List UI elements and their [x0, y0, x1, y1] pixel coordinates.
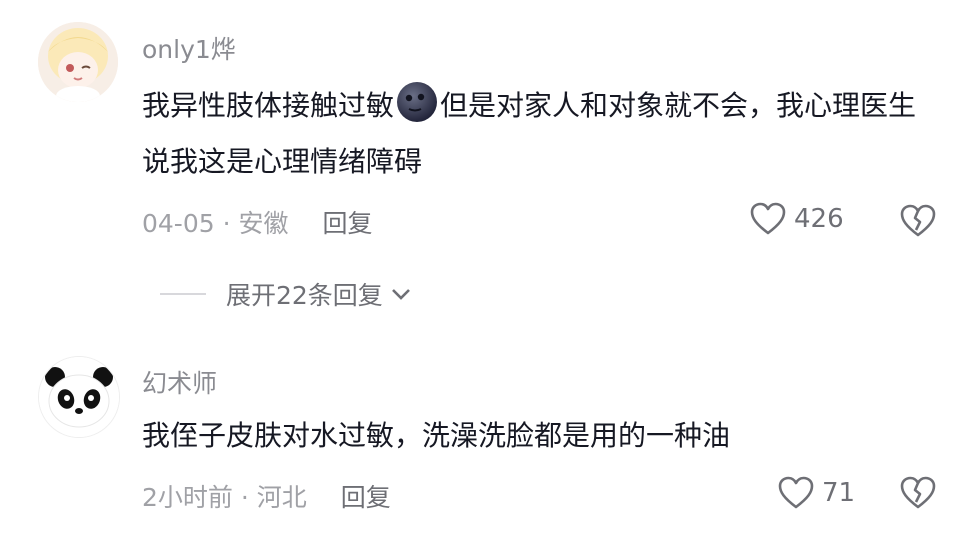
username[interactable]: 幻术师 — [142, 364, 217, 400]
broken-heart-icon — [900, 204, 936, 237]
timestamp-location: 2小时前 · 河北 — [142, 483, 307, 512]
heart-icon — [750, 202, 786, 235]
like-count: 426 — [794, 204, 844, 234]
dislike-button[interactable] — [900, 476, 936, 514]
avatar[interactable] — [38, 22, 118, 102]
like-button[interactable]: 426 — [750, 202, 844, 236]
reply-button[interactable]: 回复 — [323, 209, 373, 238]
dislike-button[interactable] — [900, 204, 936, 242]
timestamp-location: 04-05 · 安徽 — [142, 209, 289, 238]
comment-item: 幻术师 我侄子皮肤对水过敏，洗澡洗脸都是用的一种油 2小时前 · 河北 回复 71 — [0, 340, 980, 551]
like-count: 71 — [822, 478, 856, 508]
avatar[interactable] — [38, 356, 120, 438]
expand-replies-label: 展开22条回复 — [226, 281, 383, 310]
reply-button[interactable]: 回复 — [341, 483, 391, 512]
divider — [160, 293, 206, 295]
username[interactable]: only1烨 — [142, 30, 236, 66]
comment-meta: 04-05 · 安徽 回复 — [142, 204, 373, 240]
comment-item: only1烨 我异性肢体接触过敏 但是对家人和对象就不会，我心理医生说我这是心理… — [0, 0, 980, 310]
comment-text-part: 我异性肢体接触过敏 — [142, 89, 395, 122]
comment-meta: 2小时前 · 河北 回复 — [142, 478, 391, 514]
comment-text: 我侄子皮肤对水过敏，洗澡洗脸都是用的一种油 — [142, 419, 731, 452]
broken-heart-icon — [900, 476, 936, 509]
like-button[interactable]: 71 — [778, 476, 855, 510]
expand-replies-button[interactable]: 展开22条回复 — [160, 276, 413, 312]
heart-icon — [778, 476, 814, 509]
panda-avatar-icon — [39, 357, 119, 437]
chevron-down-icon — [391, 289, 410, 300]
new-moon-face-icon — [397, 82, 438, 122]
anime-girl-avatar-icon — [38, 22, 118, 102]
comment-text: 我异性肢体接触过敏 但是对家人和对象就不会，我心理医生说我这是心理情绪障碍 — [142, 78, 940, 190]
